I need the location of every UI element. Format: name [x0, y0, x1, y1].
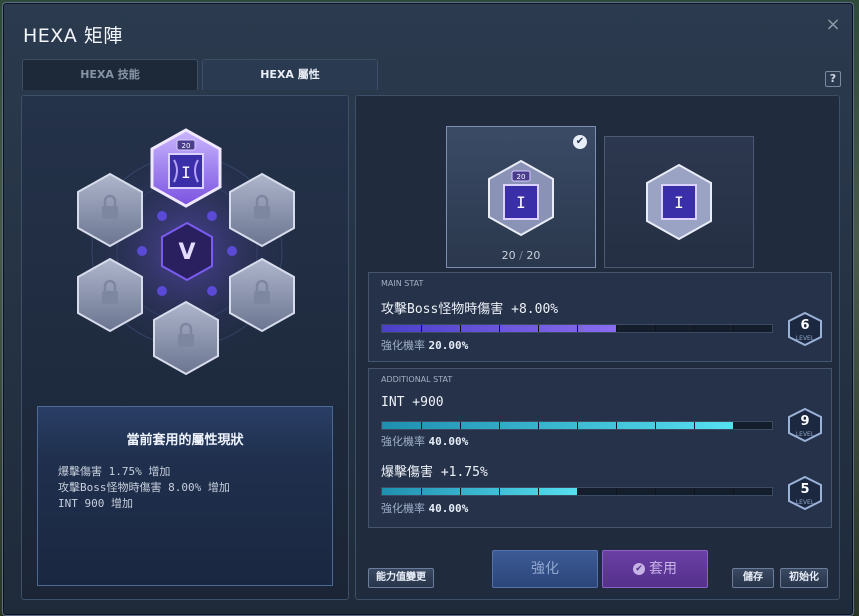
- active-core-glyph: I: [181, 163, 191, 182]
- card1-glyph: I: [516, 193, 526, 212]
- add-stat-bar-2: [381, 487, 773, 496]
- main-stat-level-word: LEVEL: [795, 335, 815, 342]
- hex-grid-graphic: V I 20: [67, 128, 307, 376]
- tab-hexa-stat[interactable]: HEXA 屬性: [202, 59, 378, 90]
- add-stat-level-badge-1: 9 LEVEL: [787, 407, 823, 443]
- bar-segment-divider: [421, 488, 422, 495]
- card2-glyph: I: [674, 193, 684, 212]
- bar-segment-divider: [499, 422, 500, 429]
- tab-hexa-skill[interactable]: HEXA 技能: [22, 59, 198, 90]
- bar-segment-divider: [460, 422, 461, 429]
- bar-segment-divider: [577, 488, 578, 495]
- bar-segment-divider: [499, 488, 500, 495]
- main-stat-label: MAIN STAT: [381, 279, 424, 288]
- core-progress: 20 / 20: [447, 249, 595, 262]
- additional-stat-label: ADDITIONAL STAT: [381, 375, 453, 384]
- core-progress-sep: /: [519, 249, 523, 262]
- bar-segment-divider: [460, 325, 461, 332]
- bar-segment-divider: [733, 488, 734, 495]
- core-card-selected[interactable]: ✔ I 20 20 / 20: [446, 126, 596, 268]
- core-card2-hex: I: [646, 163, 712, 241]
- add-stat-rate-value-2: 40.00%: [428, 502, 469, 515]
- close-icon[interactable]: ×: [825, 16, 841, 34]
- stat-detail-panel: ✔ I 20 20 / 20 I MAIN STAT 攻擊Boss怪物時傷害 +…: [355, 95, 840, 600]
- add-stat-rate-label-1: 強化機率: [381, 435, 425, 448]
- bar-segment-divider: [577, 325, 578, 332]
- add-stat-level-word-1: LEVEL: [795, 431, 815, 438]
- enhance-button[interactable]: 強化: [492, 550, 598, 588]
- bar-segment-divider: [655, 325, 656, 332]
- window-title: HEXA 矩陣: [23, 25, 123, 47]
- bar-segment-divider: [538, 488, 539, 495]
- main-stat-level-badge: 6 LEVEL: [787, 311, 823, 347]
- main-stat-rate: 強化機率 20.00%: [381, 337, 468, 353]
- main-stat-box: MAIN STAT 攻擊Boss怪物時傷害 +8.00% 強化機率 20.00%…: [368, 272, 832, 362]
- bar-segment-divider: [538, 325, 539, 332]
- add-stat-rate-2: 強化機率 40.00%: [381, 500, 468, 516]
- bar-segment-divider: [421, 325, 422, 332]
- add-stat-rate-value-1: 40.00%: [428, 435, 469, 448]
- bar-segment-divider: [538, 422, 539, 429]
- bar-segment-divider: [616, 422, 617, 429]
- applied-status-box: 當前套用的屬性現狀 爆擊傷害 1.75% 增加 攻擊Boss怪物時傷害 8.00…: [37, 406, 333, 586]
- main-stat-name: 攻擊Boss怪物時傷害 +8.00%: [381, 302, 559, 317]
- core-card1-hex: I 20: [488, 159, 554, 237]
- active-core-badge: 20: [182, 142, 191, 150]
- core-card-next[interactable]: I: [604, 136, 754, 268]
- main-stat-rate-label: 強化機率: [381, 339, 425, 352]
- hexa-grid-panel: V I 20 當前套用的屬性現狀 爆擊傷害 1.75% 增加 攻擊Boss怪物時…: [21, 95, 349, 600]
- bar-segment-divider: [655, 422, 656, 429]
- main-stat-rate-value: 20.00%: [428, 339, 469, 352]
- add-stat-bar-1: [381, 421, 773, 430]
- additional-stat-box: ADDITIONAL STAT INT +900 強化機率 40.00% 9 L…: [368, 368, 832, 528]
- core-progress-max: 20: [526, 249, 541, 262]
- apply-button[interactable]: ✔ 套用: [602, 550, 708, 588]
- bar-segment-divider: [616, 325, 617, 332]
- bar-segment-divider: [421, 422, 422, 429]
- apply-check-icon: ✔: [633, 563, 645, 575]
- status-line-crit: 爆擊傷害 1.75% 增加: [58, 465, 171, 478]
- add-stat-name-1: INT +900: [381, 395, 444, 410]
- add-stat-level-word-2: LEVEL: [795, 499, 815, 506]
- bar-segment-divider: [733, 422, 734, 429]
- center-glyph: V: [178, 240, 195, 265]
- bar-segment-divider: [616, 488, 617, 495]
- core-progress-current: 20: [501, 249, 516, 262]
- add-stat-level-1: 9: [800, 414, 810, 429]
- add-stat-rate-1: 強化機率 40.00%: [381, 433, 468, 449]
- card1-badge: 20: [517, 173, 526, 181]
- status-box-title: 當前套用的屬性現狀: [126, 433, 244, 448]
- bar-segment-divider: [460, 488, 461, 495]
- add-stat-level-badge-2: 5 LEVEL: [787, 475, 823, 511]
- bar-segment-divider: [694, 422, 695, 429]
- status-line-boss: 攻擊Boss怪物時傷害 8.00% 增加: [58, 481, 230, 494]
- bar-segment-divider: [499, 325, 500, 332]
- add-stat-rate-label-2: 強化機率: [381, 502, 425, 515]
- bar-segment-divider: [655, 488, 656, 495]
- add-stat-level-2: 5: [800, 482, 810, 497]
- bar-segment-divider: [733, 325, 734, 332]
- main-stat-bar: [381, 324, 773, 333]
- help-icon[interactable]: ?: [825, 71, 841, 87]
- apply-label: 套用: [649, 561, 677, 577]
- main-stat-level: 6: [800, 318, 810, 333]
- bar-segment-divider: [694, 325, 695, 332]
- add-stat-name-2: 爆擊傷害 +1.75%: [381, 465, 488, 480]
- bar-segment-divider: [694, 488, 695, 495]
- save-button[interactable]: 儲存: [732, 568, 774, 588]
- bar-segment-divider: [577, 422, 578, 429]
- hexa-matrix-window: HEXA 矩陣 × HEXA 技能 HEXA 屬性 ? V I 20 當前套用的…: [2, 2, 854, 616]
- status-line-int: INT 900 增加: [58, 497, 133, 510]
- reset-button[interactable]: 初始化: [780, 568, 828, 588]
- ability-change-button[interactable]: 能力值變更: [368, 568, 434, 588]
